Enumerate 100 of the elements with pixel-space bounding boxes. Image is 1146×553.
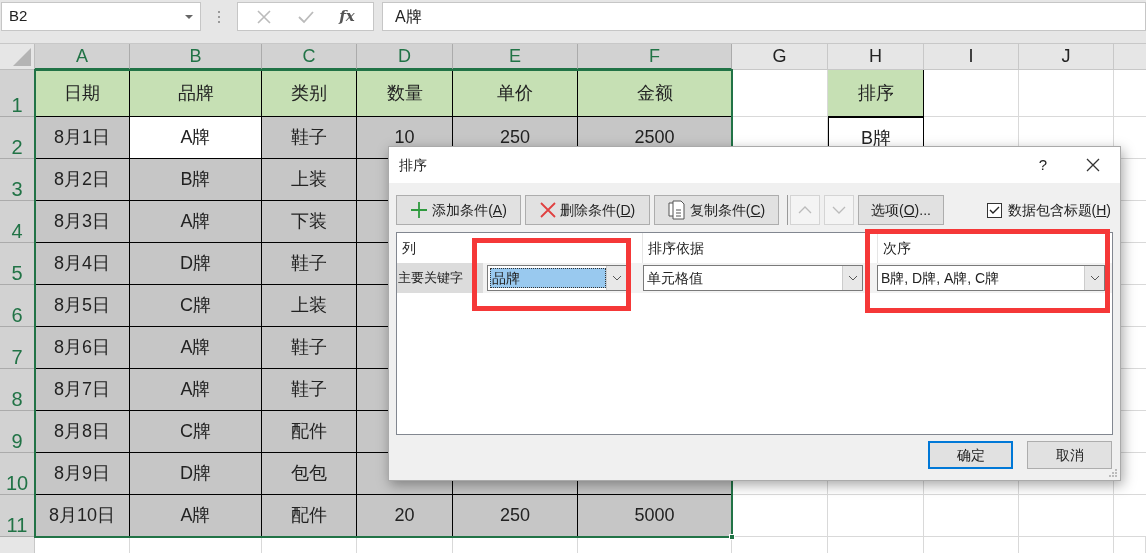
table-cell[interactable]: 上装 (262, 159, 357, 201)
dropdown[interactable]: 品牌 (487, 265, 627, 291)
row-number[interactable]: 1 (0, 70, 35, 117)
table-cell[interactable]: 下装 (262, 201, 357, 243)
row-number[interactable]: 3 (0, 159, 35, 201)
table-cell[interactable]: D牌 (130, 243, 262, 285)
close-icon (1086, 158, 1100, 172)
row-number[interactable]: 6 (0, 285, 35, 327)
table-cell[interactable]: 8月4日 (35, 243, 130, 285)
table-cell[interactable]: 8月9日 (35, 453, 130, 495)
ok-button[interactable]: 确定 (928, 441, 1013, 469)
chevron-up-icon (798, 206, 812, 214)
table-cell[interactable]: 8月7日 (35, 369, 130, 411)
column-header[interactable]: B (130, 44, 262, 70)
table-cell[interactable]: C牌 (130, 411, 262, 453)
table-cell[interactable]: 鞋子 (262, 117, 357, 159)
fill-handle[interactable] (729, 534, 735, 540)
grid-cell[interactable] (924, 495, 1019, 537)
table-cell[interactable]: A牌 (130, 201, 262, 243)
table-cell[interactable]: 8月3日 (35, 201, 130, 243)
copy-icon (667, 200, 686, 220)
table-cell[interactable]: 类别 (262, 70, 357, 117)
column-header[interactable]: F (578, 44, 732, 70)
table-cell[interactable]: 数量 (357, 70, 453, 117)
table-cell[interactable]: A牌 (130, 117, 262, 159)
row-number[interactable]: 5 (0, 243, 35, 285)
table-cell[interactable]: C牌 (130, 285, 262, 327)
table-cell[interactable]: 鞋子 (262, 327, 357, 369)
table-cell[interactable]: B牌 (130, 159, 262, 201)
table-cell[interactable]: 单价 (453, 70, 578, 117)
table-cell[interactable]: 8月8日 (35, 411, 130, 453)
chevron-down-icon (832, 206, 846, 214)
table-cell[interactable]: 品牌 (130, 70, 262, 117)
row-number[interactable] (0, 537, 35, 553)
cancel-button[interactable]: 取消 (1027, 441, 1112, 469)
column-header[interactable]: J (1019, 44, 1114, 70)
options-button[interactable]: 选项(O)... (858, 195, 944, 225)
table-cell[interactable]: 上装 (262, 285, 357, 327)
help-button[interactable]: ? (1020, 147, 1066, 183)
sort-level-row[interactable]: 主要关键字 品牌 单元格值 B牌, D牌, A牌, C牌 (397, 263, 1112, 293)
add-level-button[interactable]: 添加条件(A) (396, 195, 521, 225)
table-cell[interactable]: 8月1日 (35, 117, 130, 159)
column-header[interactable]: E (453, 44, 578, 70)
column-header[interactable]: D (357, 44, 453, 70)
resize-grip-icon[interactable] (1108, 468, 1118, 478)
column-header[interactable]: C (262, 44, 357, 70)
column-header[interactable]: A (35, 44, 130, 70)
table-cell[interactable]: 250 (453, 495, 578, 537)
row-number[interactable]: 4 (0, 201, 35, 243)
checkbox[interactable] (986, 202, 1002, 218)
row-number[interactable]: 11 (0, 495, 35, 537)
table-cell[interactable]: A牌 (130, 369, 262, 411)
delete-icon (539, 202, 556, 218)
column-header[interactable] (1114, 44, 1146, 70)
select-all-icon[interactable] (13, 48, 31, 66)
column-header[interactable]: I (924, 44, 1019, 70)
formula-input[interactable]: A牌 (382, 2, 1146, 31)
delete-level-button[interactable]: 删除条件(D) (525, 195, 650, 225)
table-cell[interactable]: 配件 (262, 495, 357, 537)
row-number[interactable]: 7 (0, 327, 35, 369)
table-cell[interactable]: 金额 (578, 70, 732, 117)
insert-function-button[interactable]: fx (339, 5, 355, 28)
chevron-down-icon (611, 275, 622, 281)
row-number[interactable]: 9 (0, 411, 35, 453)
cancel-icon[interactable] (256, 8, 273, 25)
dropdown[interactable]: 单元格值 (643, 265, 863, 291)
has-headers-checkbox[interactable]: 数据包含标题(H) (986, 199, 1111, 221)
column-header[interactable]: H (828, 44, 924, 70)
table-cell[interactable]: 8月2日 (35, 159, 130, 201)
name-box[interactable]: B2 (1, 2, 201, 31)
table-cell[interactable]: 5000 (578, 495, 732, 537)
table-cell[interactable]: 8月10日 (35, 495, 130, 537)
caret-icon (185, 14, 193, 19)
grid-cell[interactable] (1019, 70, 1114, 117)
table-cell[interactable]: 排序 (828, 70, 924, 117)
table-cell[interactable]: 20 (357, 495, 453, 537)
grid-cell[interactable] (1019, 495, 1114, 537)
column-heading: 次序 (882, 238, 912, 258)
row-number[interactable]: 2 (0, 117, 35, 159)
level-label: 主要关键字 (397, 263, 483, 293)
grid-cell[interactable] (828, 495, 924, 537)
table-cell[interactable]: 包包 (262, 453, 357, 495)
row-number[interactable]: 10 (0, 453, 35, 495)
table-cell[interactable]: 8月5日 (35, 285, 130, 327)
grid-cell[interactable] (924, 70, 1019, 117)
plus-icon (410, 201, 429, 219)
table-cell[interactable]: 鞋子 (262, 369, 357, 411)
table-cell[interactable]: D牌 (130, 453, 262, 495)
table-cell[interactable]: 8月6日 (35, 327, 130, 369)
check-icon (988, 205, 1000, 215)
table-cell[interactable]: 日期 (35, 70, 130, 117)
column-header[interactable]: G (732, 44, 828, 70)
chevron-down-icon (1089, 275, 1100, 281)
table-cell[interactable]: 配件 (262, 411, 357, 453)
table-cell[interactable]: 鞋子 (262, 243, 357, 285)
table-cell[interactable]: A牌 (130, 495, 262, 537)
table-cell[interactable]: A牌 (130, 327, 262, 369)
copy-level-button[interactable]: 复制条件(C) (654, 195, 779, 225)
dropdown[interactable]: B牌, D牌, A牌, C牌 (877, 265, 1105, 291)
row-number[interactable]: 8 (0, 369, 35, 411)
